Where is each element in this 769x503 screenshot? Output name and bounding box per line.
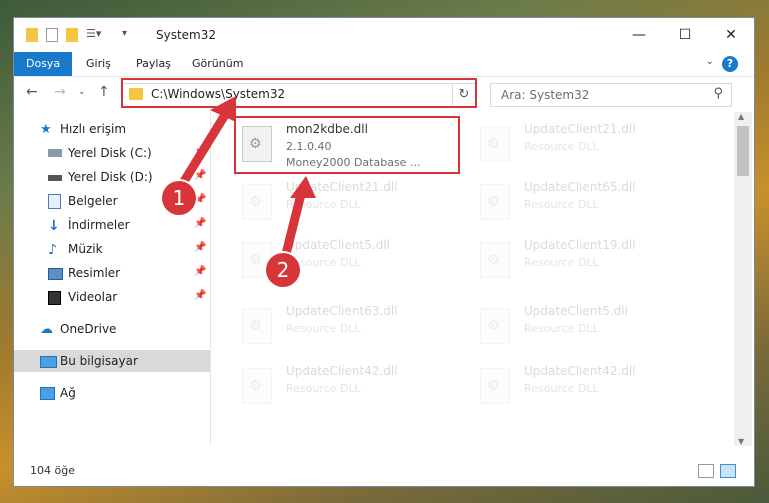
step-2-marker: 2 xyxy=(266,253,300,287)
arrow-1-shaft xyxy=(178,105,233,188)
arrow-2-shaft xyxy=(280,185,307,263)
arrow-2-head xyxy=(290,176,316,198)
step-1-marker: 1 xyxy=(162,181,196,215)
annotation-arrows xyxy=(178,96,316,263)
